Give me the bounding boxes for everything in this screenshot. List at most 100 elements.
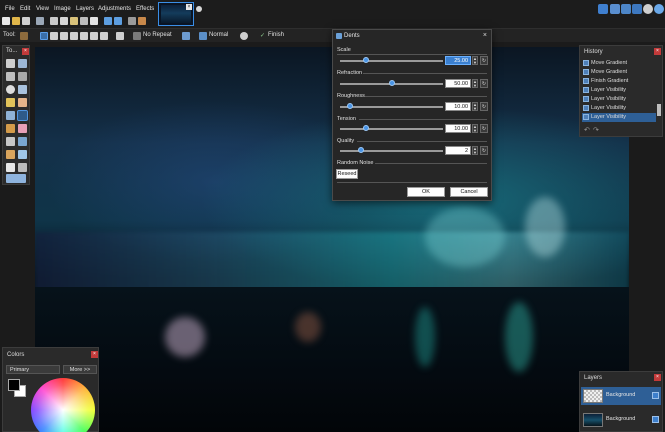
tension-input[interactable]: 10.00 — [445, 124, 471, 133]
scale-slider[interactable] — [340, 60, 443, 62]
blend-mode-icon[interactable] — [199, 32, 207, 40]
history-item[interactable]: Layer Visibility — [582, 86, 656, 95]
tension-spinner[interactable]: ▲ ▼ — [472, 124, 478, 133]
linear-gradient-icon[interactable] — [40, 32, 48, 40]
conical-gradient-icon[interactable] — [80, 32, 88, 40]
gradient-icon[interactable] — [17, 110, 28, 121]
redo-icon[interactable] — [114, 17, 122, 25]
redo-history-icon[interactable]: ↷ — [593, 126, 599, 134]
ruler-icon[interactable] — [138, 17, 146, 25]
blend-mode-dropdown[interactable]: Normal — [209, 32, 228, 38]
cancel-button[interactable]: Cancel — [450, 187, 488, 197]
gradient-tool-icon[interactable] — [20, 32, 28, 40]
ellipse-select-icon[interactable] — [6, 85, 15, 94]
primary-color-swatch[interactable] — [8, 379, 20, 391]
color-mode-icon[interactable] — [116, 32, 124, 40]
paste-icon[interactable] — [70, 17, 78, 25]
quality-input[interactable]: 2 — [445, 146, 471, 155]
refraction-input[interactable]: 50.00 — [445, 79, 471, 88]
linear-reflected-icon[interactable] — [50, 32, 58, 40]
radial-gradient-icon[interactable] — [70, 32, 78, 40]
roughness-slider-thumb[interactable] — [347, 103, 354, 109]
grid-icon[interactable] — [128, 17, 136, 25]
color-mode-select[interactable]: Primary — [6, 365, 60, 374]
menu-adjustments[interactable]: Adjustments — [98, 6, 131, 12]
menu-layers[interactable]: Layers — [76, 6, 94, 12]
menu-edit[interactable]: Edit — [20, 6, 30, 12]
scale-spinner[interactable]: ▲ ▼ — [472, 56, 478, 65]
new-file-icon[interactable] — [2, 17, 10, 25]
zoom-icon[interactable] — [18, 85, 27, 94]
eraser-icon[interactable] — [18, 124, 27, 133]
rect-select-icon[interactable] — [6, 59, 15, 68]
repeat-mode-icon[interactable] — [133, 32, 141, 40]
refraction-reset-icon[interactable]: ↻ — [480, 79, 488, 88]
scale-reset-icon[interactable]: ↻ — [480, 56, 488, 65]
more-colors-button[interactable]: More >> — [63, 365, 97, 374]
quality-spinner[interactable]: ▲ ▼ — [472, 146, 478, 155]
deselect-icon[interactable] — [90, 17, 98, 25]
undo-icon[interactable] — [104, 17, 112, 25]
pan-hand-icon[interactable] — [18, 98, 27, 107]
history-item-selected[interactable]: Layer Visibility — [582, 113, 656, 122]
quality-reset-icon[interactable]: ↻ — [480, 146, 488, 155]
layer-row[interactable]: Background — [581, 411, 661, 429]
print-icon[interactable] — [36, 17, 44, 25]
roughness-input[interactable]: 10.00 — [445, 102, 471, 111]
undo-history-icon[interactable]: ↶ — [584, 126, 590, 134]
history-item[interactable]: Finish Gradient — [582, 77, 656, 86]
tension-slider-thumb[interactable] — [362, 125, 369, 131]
layers-close-icon[interactable]: × — [654, 374, 661, 381]
copy-icon[interactable] — [60, 17, 68, 25]
clone-stamp-icon[interactable] — [6, 150, 15, 159]
crop-icon[interactable] — [80, 17, 88, 25]
cut-icon[interactable] — [50, 17, 58, 25]
pencil-icon[interactable] — [6, 137, 15, 146]
paint-bucket-icon[interactable] — [6, 111, 15, 120]
spiral-ccw-icon[interactable] — [100, 32, 108, 40]
roughness-slider[interactable] — [340, 106, 443, 108]
colors-close-icon[interactable]: × — [91, 351, 98, 358]
history-item[interactable]: Move Gradient — [582, 59, 656, 68]
color-picker-icon[interactable] — [18, 137, 27, 146]
history-item[interactable]: Move Gradient — [582, 68, 656, 77]
repeat-mode-dropdown[interactable]: No Repeat — [143, 32, 172, 38]
ok-button[interactable]: OK — [407, 187, 445, 197]
quality-slider-thumb[interactable] — [357, 147, 364, 153]
menu-file[interactable]: File — [5, 6, 15, 12]
tools-toggle-icon[interactable] — [598, 4, 608, 14]
recolor-icon[interactable] — [18, 150, 27, 159]
refraction-slider-thumb[interactable] — [388, 80, 395, 86]
menu-effects[interactable]: Effects — [136, 6, 154, 12]
move-selection-icon[interactable] — [18, 72, 27, 81]
image-tab-thumbnail[interactable]: × — [158, 2, 194, 26]
history-toggle-icon[interactable] — [610, 4, 620, 14]
reseed-button[interactable]: Reseed — [336, 169, 358, 179]
line-curve-icon[interactable] — [18, 163, 27, 172]
roughness-spinner[interactable]: ▲ ▼ — [472, 102, 478, 111]
save-icon[interactable] — [22, 17, 30, 25]
diamond-gradient-icon[interactable] — [60, 32, 68, 40]
quality-slider[interactable] — [340, 150, 443, 152]
roughness-reset-icon[interactable]: ↻ — [480, 102, 488, 111]
lasso-select-icon[interactable] — [6, 72, 15, 81]
colors-toggle-icon[interactable] — [632, 4, 642, 14]
dialog-close-icon[interactable]: × — [483, 32, 487, 39]
help-icon[interactable] — [654, 4, 664, 14]
color-wheel[interactable] — [31, 378, 95, 432]
history-scrollbar[interactable] — [657, 104, 661, 116]
scale-slider-thumb[interactable] — [362, 57, 369, 63]
layer-visibility-checkbox[interactable] — [652, 392, 659, 399]
paintbrush-icon[interactable] — [6, 124, 15, 133]
text-icon[interactable] — [6, 163, 15, 172]
settings-gear-icon[interactable] — [643, 4, 653, 14]
open-folder-icon[interactable] — [12, 17, 20, 25]
refraction-spinner[interactable]: ▲ ▼ — [472, 79, 478, 88]
layer-row[interactable]: Background — [581, 387, 661, 405]
antialias-icon[interactable] — [182, 32, 190, 40]
alpha-mode-icon[interactable] — [240, 32, 248, 40]
history-item[interactable]: Layer Visibility — [582, 95, 656, 104]
finish-button[interactable]: Finish — [268, 32, 284, 38]
history-item[interactable]: Layer Visibility — [582, 104, 656, 113]
layers-toggle-icon[interactable] — [621, 4, 631, 14]
